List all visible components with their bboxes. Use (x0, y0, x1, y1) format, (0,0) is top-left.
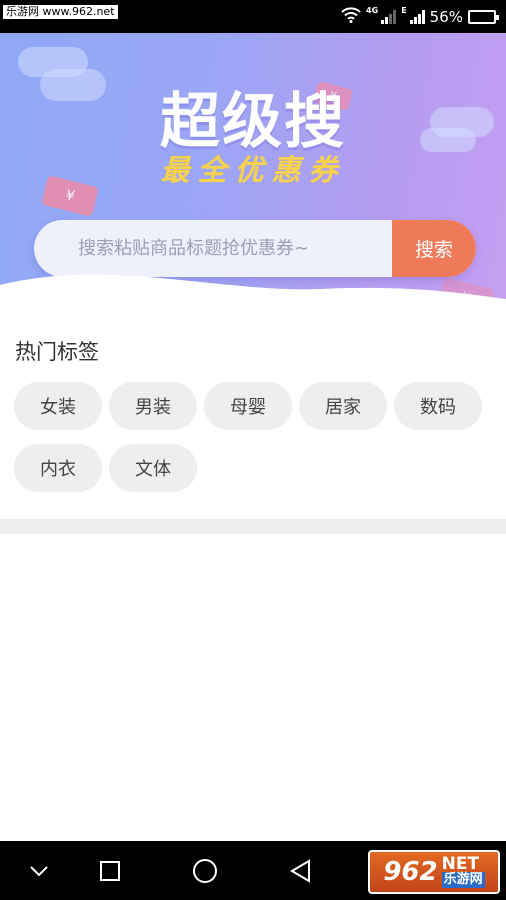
logo-number: 962 (383, 857, 438, 887)
battery-icon (468, 10, 499, 24)
system-nav-bar: 962 NET 乐游网 (0, 841, 506, 900)
logo-cn: 乐游网 (441, 872, 485, 888)
hot-tags-title: 热门标签 (15, 340, 99, 364)
network-type-label: 4G (366, 6, 379, 15)
status-icons: 4G E 56% (341, 6, 499, 28)
hero-banner: ¥ ¥ ¥ 超级搜 最全优惠券 搜索 (0, 33, 506, 323)
signal-icon (381, 10, 397, 24)
tag-chip[interactable]: 母婴 (204, 382, 292, 430)
tag-chip[interactable]: 内衣 (14, 444, 102, 492)
watermark-text: 乐游网 www.962.net (3, 5, 118, 19)
battery-percent: 56% (429, 8, 463, 26)
chevron-down-icon[interactable] (24, 856, 54, 886)
home-icon[interactable] (190, 856, 220, 886)
tag-chip[interactable]: 居家 (299, 382, 387, 430)
wifi-icon (341, 7, 361, 27)
recent-apps-icon[interactable] (95, 856, 125, 886)
network-type-label-2: E (401, 6, 407, 15)
hot-tags-list: 女装 男装 母婴 居家 数码 内衣 文体 (14, 382, 494, 492)
status-bar: 乐游网 www.962.net 4G E 56% (0, 0, 506, 33)
hero-subtitle: 最全优惠券 (160, 153, 346, 187)
logo-net: NET (441, 854, 480, 874)
tag-chip[interactable]: 文体 (109, 444, 197, 492)
tag-chip[interactable]: 数码 (394, 382, 482, 430)
wave-divider (0, 274, 506, 323)
tag-chip[interactable]: 男装 (109, 382, 197, 430)
tag-chip[interactable]: 女装 (14, 382, 102, 430)
signal-icon-2 (409, 10, 425, 24)
section-divider (0, 519, 506, 534)
back-icon[interactable] (286, 856, 316, 886)
site-logo: 962 NET 乐游网 (368, 850, 500, 894)
